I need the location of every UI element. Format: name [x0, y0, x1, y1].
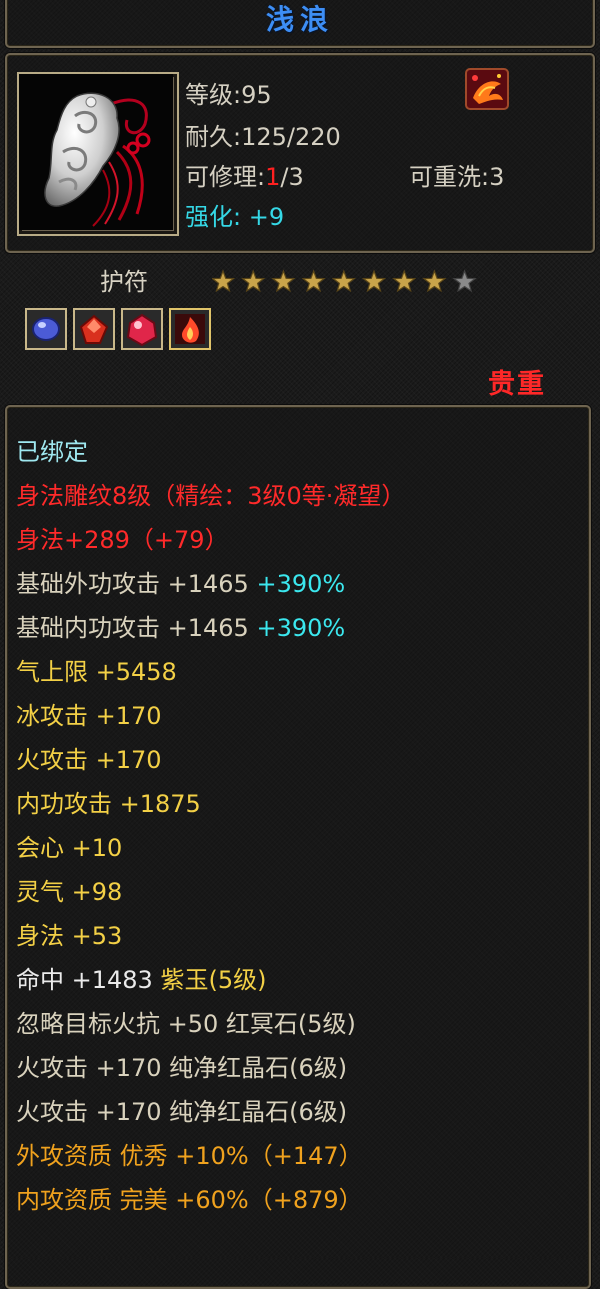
attribute-text: 身法雕纹8级（精绘：3级0等·凝望） [16, 482, 406, 510]
attribute-text: 会心 +10 [16, 834, 123, 862]
jade-pendant-icon [19, 74, 173, 230]
star-filled-icon [331, 269, 356, 293]
gem-slots [25, 308, 211, 350]
attribute-line: 基础外功攻击 +1465 +390% [16, 562, 405, 606]
attribute-text: 身法+289（+79） [16, 526, 229, 554]
enhance-value: +9 [248, 203, 285, 231]
attribute-line: 忽略目标火抗 +50 红冥石(5级) [16, 1002, 405, 1046]
star-empty-icon [452, 269, 477, 293]
star-filled-icon [392, 269, 417, 293]
attribute-list: 已绑定身法雕纹8级（精绘：3级0等·凝望） 身法+289（+79） 基础外功攻击 +… [16, 430, 405, 1222]
item-durability: 耐久:125/220 [185, 123, 341, 151]
attribute-line: 基础内功攻击 +1465 +390% [16, 606, 405, 650]
item-type: 护符 [100, 268, 148, 296]
attribute-text: 冰攻击 +170 [16, 702, 162, 730]
attribute-text: 命中 +1483 [16, 966, 161, 994]
repair-label: 可修理: [185, 163, 266, 191]
attribute-line: 火攻击 +170 纯净红晶石(6级) [16, 1046, 405, 1090]
attribute-line: 身法雕纹8级（精绘：3级0等·凝望） [16, 474, 405, 518]
attribute-text: 基础外功攻击 +1465 [16, 570, 257, 598]
attribute-text: 气上限 +5458 [16, 658, 177, 686]
star-filled-icon [301, 269, 326, 293]
attribute-extra: +390% [256, 570, 346, 598]
attribute-line: 灵气 +98 [16, 870, 405, 914]
attribute-text: 身法 +53 [16, 922, 123, 950]
red-pink-gem-icon[interactable] [121, 308, 163, 350]
attribute-line: 气上限 +5458 [16, 650, 405, 694]
repair-total: /3 [280, 163, 304, 191]
attribute-text: 基础内功攻击 +1465 [16, 614, 257, 642]
star-filled-icon [212, 269, 236, 293]
star-filled-icon [422, 269, 447, 293]
star-filled-icon [241, 269, 266, 293]
phoenix-badge-icon[interactable] [465, 68, 509, 110]
attribute-text: 内攻资质 完美 +60%（+879） [16, 1186, 363, 1214]
item-rewash: 可重洗:3 [409, 163, 505, 191]
attribute-text: 火攻击 +170 [16, 746, 162, 774]
rarity-label: 贵重 [488, 369, 546, 400]
attribute-text: 内功攻击 +1875 [16, 790, 201, 818]
item-info-panel: 等级:95 耐久:125/220 可修理:1/3 可重洗:3 强化: +9 [5, 53, 595, 253]
attribute-line: 身法+289（+79） [16, 518, 405, 562]
item-name: 浅浪 [265, 3, 334, 36]
attribute-line: 会心 +10 [16, 826, 405, 870]
title-bar: 浅浪 [5, 0, 595, 48]
attribute-line: 火攻击 +170 纯净红晶石(6级) [16, 1090, 405, 1134]
item-repair: 可修理:1/3 [185, 157, 304, 192]
blue-gem-icon[interactable] [25, 308, 67, 350]
attribute-line: 内功攻击 +1875 [16, 782, 405, 826]
attribute-line: 外攻资质 优秀 +10%（+147） [16, 1134, 405, 1178]
fire-gem-icon[interactable] [169, 308, 211, 350]
enhance-label: 强化: [185, 203, 242, 231]
attribute-text: 已绑定 [16, 438, 88, 466]
repair-used: 1 [265, 163, 281, 191]
item-level: 等级:95 [185, 81, 272, 109]
red-gem-icon[interactable] [73, 308, 115, 350]
attribute-extra: +390% [256, 614, 346, 642]
attribute-line: 已绑定 [16, 430, 405, 474]
attribute-extra: 紫玉(5级) [160, 966, 267, 994]
attribute-text: 灵气 +98 [16, 878, 123, 906]
star-rating [212, 269, 477, 293]
attribute-line: 内攻资质 完美 +60%（+879） [16, 1178, 405, 1222]
attribute-line: 身法 +53 [16, 914, 405, 958]
attribute-text: 火攻击 +170 纯净红晶石(6级) [16, 1098, 348, 1126]
attribute-text: 忽略目标火抗 +50 红冥石(5级) [16, 1010, 356, 1038]
star-filled-icon [361, 269, 387, 293]
attribute-text: 外攻资质 优秀 +10%（+147） [16, 1142, 363, 1170]
item-enhance: 强化: +9 [185, 197, 284, 232]
attribute-line: 命中 +1483 紫玉(5级) [16, 958, 405, 1002]
attribute-line: 冰攻击 +170 [16, 694, 405, 738]
star-filled-icon [271, 269, 296, 293]
item-icon[interactable] [17, 72, 179, 236]
attribute-text: 火攻击 +170 纯净红晶石(6级) [16, 1054, 348, 1082]
attribute-line: 火攻击 +170 [16, 738, 405, 782]
